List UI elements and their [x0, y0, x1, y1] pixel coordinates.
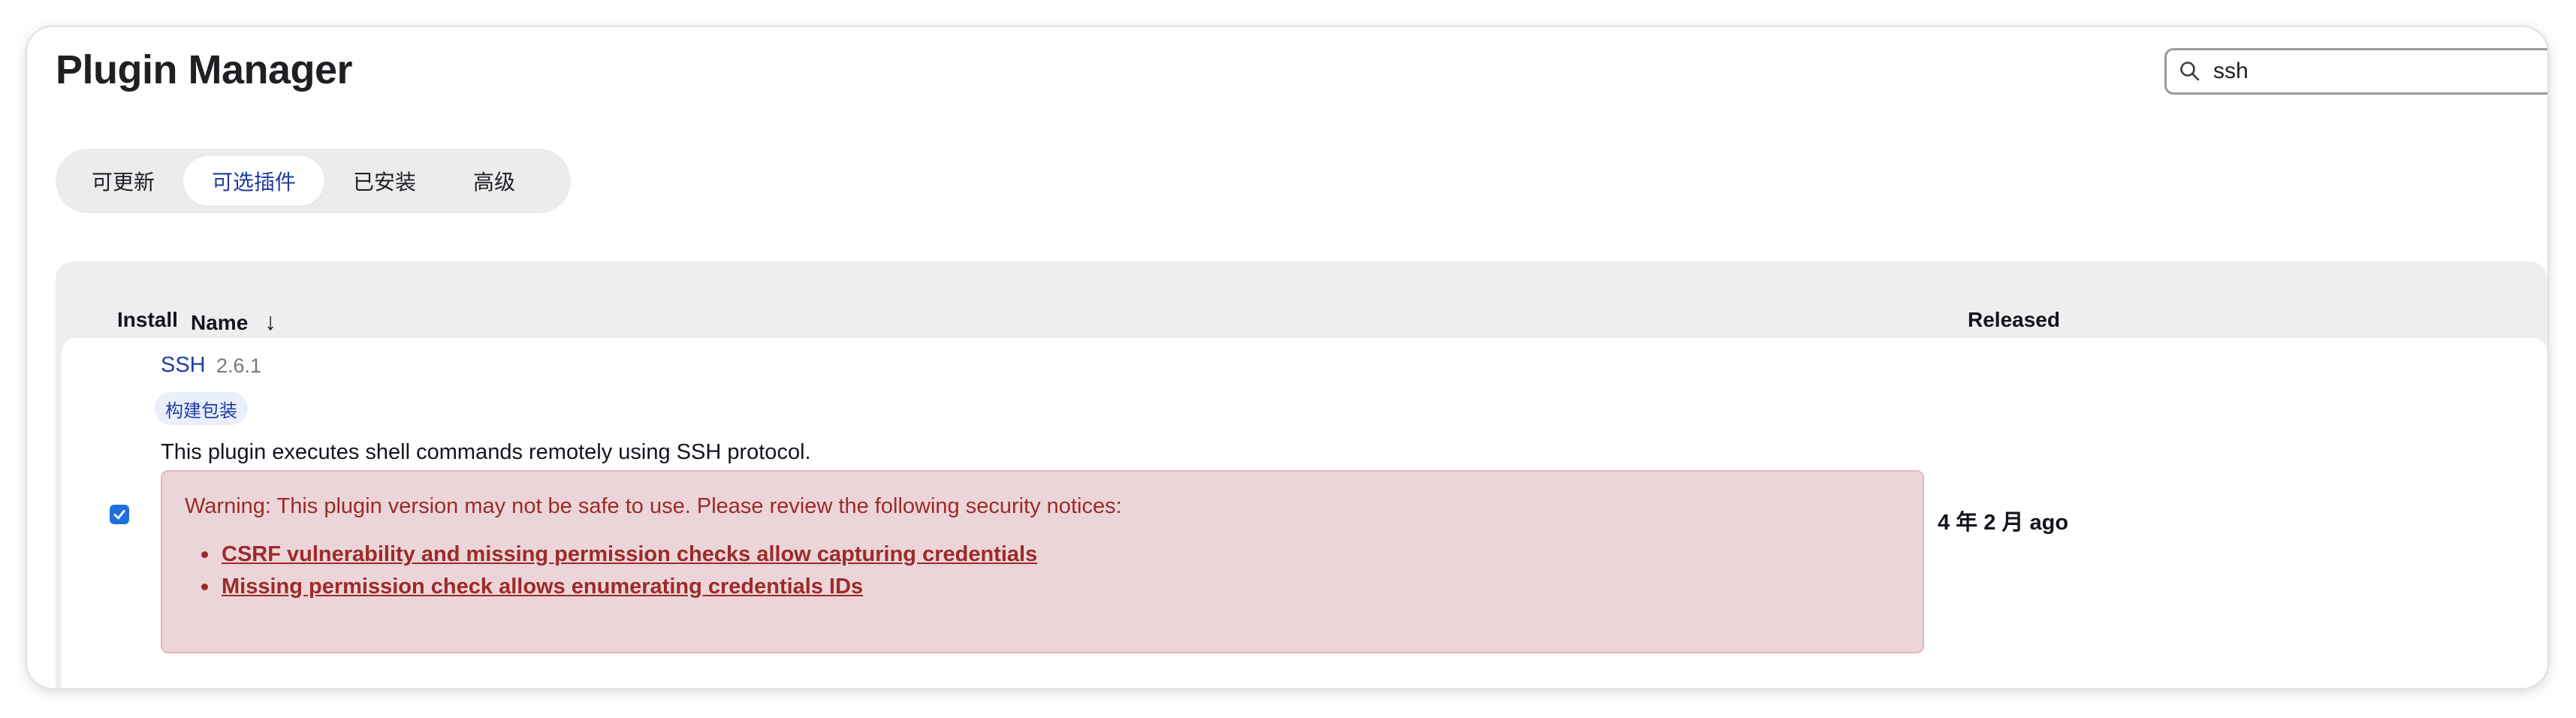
- plugin-manager-window: Plugin Manager 可更新 可选插件 已安装 高级 Install N…: [27, 27, 2547, 688]
- plugin-description: This plugin executes shell commands remo…: [161, 440, 811, 464]
- column-header-released[interactable]: Released: [1968, 308, 2060, 332]
- column-header-name[interactable]: Name ↓: [191, 308, 276, 336]
- tab-available-plugins[interactable]: 可选插件: [183, 156, 325, 206]
- security-warning-text: Warning: This plugin version may not be …: [185, 494, 1122, 518]
- search-box[interactable]: [2164, 48, 2547, 95]
- plugin-version: 2.6.1: [216, 354, 262, 377]
- sort-arrow-icon: ↓: [264, 308, 277, 335]
- tab-advanced[interactable]: 高级: [445, 156, 544, 206]
- search-icon: [2179, 59, 2204, 84]
- tab-updates[interactable]: 可更新: [63, 156, 183, 206]
- list-item: Missing permission check allows enumerat…: [201, 575, 1037, 599]
- security-notices-list: CSRF vulnerability and missing permissio…: [201, 542, 1037, 607]
- page-title: Plugin Manager: [56, 47, 353, 92]
- bullet-icon: [201, 584, 208, 590]
- table-row: SSH 2.6.1 构建包装 This plugin executes shel…: [62, 338, 2547, 688]
- column-header-name-label: Name: [191, 311, 249, 334]
- checkmark-icon: [113, 510, 125, 520]
- security-notice-link[interactable]: CSRF vulnerability and missing permissio…: [222, 542, 1037, 567]
- released-date: 4 年 2 月 ago: [1938, 511, 2069, 535]
- install-checkbox[interactable]: [110, 505, 129, 524]
- plugin-name-link[interactable]: SSH: [161, 353, 206, 378]
- tab-bar: 可更新 可选插件 已安装 高级: [56, 149, 571, 213]
- plugins-table: Install Name ↓ Released SSH 2.6.1 构建包装 T…: [56, 261, 2547, 688]
- tab-installed[interactable]: 已安装: [324, 156, 445, 206]
- list-item: CSRF vulnerability and missing permissio…: [201, 542, 1037, 567]
- search-input[interactable]: [2212, 58, 2545, 85]
- security-notice-link[interactable]: Missing permission check allows enumerat…: [222, 575, 863, 599]
- bullet-icon: [201, 551, 208, 558]
- security-warning: Warning: This plugin version may not be …: [161, 470, 1924, 653]
- category-tag[interactable]: 构建包装: [155, 392, 248, 425]
- column-header-install[interactable]: Install: [117, 308, 178, 332]
